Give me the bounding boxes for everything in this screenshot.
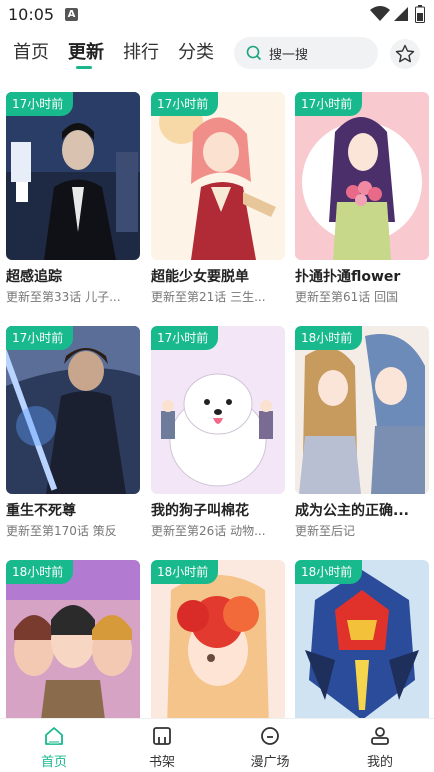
update-time-badge: 17小时前 — [295, 92, 363, 116]
comic-cover[interactable]: 18小时前 — [6, 560, 140, 718]
search-placeholder: 搜一搜 — [269, 48, 309, 63]
comic-update-info: 更新至第61话 回国 — [295, 290, 399, 304]
comic-card[interactable]: 17小时前 超能少女要脱单 更新至第21话 三生... — [151, 92, 285, 305]
comic-cover[interactable]: 18小时前 — [295, 560, 429, 718]
comic-title: 重生不死尊 — [6, 503, 76, 519]
comic-card[interactable]: 17小时前 扑通扑通flower 更新至第61话 回国 — [295, 92, 429, 305]
bottom-nav: 首页 书架 漫广场 我的 — [0, 718, 434, 771]
update-time-badge: 17小时前 — [151, 92, 219, 116]
tab-home[interactable]: 首页 — [13, 38, 49, 64]
tab-updates[interactable]: 更新 — [68, 38, 104, 64]
status-bar: 10:05 A — [0, 0, 434, 30]
bookshelf-icon — [153, 727, 171, 745]
comic-card[interactable]: 18小时前 — [6, 560, 140, 718]
bottom-nav-square[interactable]: 漫广场 — [216, 719, 324, 772]
comic-cover[interactable]: 18小时前 — [151, 560, 285, 718]
comic-update-info: 更新至后记 — [295, 524, 356, 538]
search-box[interactable]: 搜一搜 — [234, 37, 378, 69]
bottom-nav-home[interactable]: 首页 — [0, 719, 108, 772]
cover-image-dark-suit-man — [6, 92, 140, 260]
comic-title: 我的狗子叫棉花 — [151, 503, 249, 519]
update-time-badge: 17小时前 — [6, 92, 74, 116]
comic-card[interactable]: 17小时前 重生不死尊 更新至第170话 策反 — [6, 326, 140, 539]
comic-update-info: 更新至第170话 策反 — [6, 524, 117, 538]
bottom-nav-label: 书架 — [148, 755, 175, 770]
comic-update-info: 更新至第21话 三生... — [151, 290, 266, 304]
update-time-badge: 18小时前 — [295, 560, 363, 584]
comic-cover[interactable]: 17小时前 — [6, 92, 140, 260]
comic-title: 成为公主的正确... — [295, 503, 409, 519]
update-time-badge: 18小时前 — [295, 326, 363, 350]
comic-card[interactable]: 18小时前 — [295, 560, 429, 718]
comic-card[interactable]: 18小时前 成为公主的正确... 更新至后记 — [295, 326, 429, 539]
cover-image-princess-couple — [295, 326, 429, 494]
signal-icon — [394, 7, 408, 21]
update-time-badge: 18小时前 — [6, 560, 74, 584]
cover-image-flower-girl — [295, 92, 429, 260]
home-icon — [45, 727, 63, 745]
tab-ranking[interactable]: 排行 — [123, 38, 159, 64]
bottom-nav-label: 漫广场 — [250, 755, 290, 770]
bottom-nav-bookshelf[interactable]: 书架 — [108, 719, 216, 772]
comic-card[interactable]: 18小时前 — [151, 560, 285, 718]
battery-icon — [415, 5, 425, 23]
comic-cover[interactable]: 17小时前 — [151, 326, 285, 494]
update-time-badge: 17小时前 — [6, 326, 74, 350]
active-tab-indicator — [76, 66, 92, 69]
comic-cover[interactable]: 17小时前 — [151, 92, 285, 260]
bottom-nav-label: 我的 — [366, 755, 393, 770]
comic-update-info: 更新至第26话 动物... — [151, 524, 266, 538]
square-icon — [261, 727, 279, 745]
comic-cover[interactable]: 18小时前 — [295, 326, 429, 494]
wifi-icon — [370, 6, 390, 21]
comic-update-info: 更新至第33话 儿子... — [6, 290, 121, 304]
comic-title: 超感追踪 — [6, 269, 62, 285]
update-time-badge: 18小时前 — [151, 560, 219, 584]
cover-image-pink-hair-girl — [151, 92, 285, 260]
bottom-nav-profile[interactable]: 我的 — [326, 719, 434, 772]
profile-icon — [371, 727, 389, 745]
comic-cover[interactable]: 17小时前 — [295, 92, 429, 260]
cover-image-white-dog — [151, 326, 285, 494]
comic-title: 超能少女要脱单 — [151, 269, 249, 285]
search-icon — [246, 45, 262, 61]
comic-title: 扑通扑通flower — [295, 269, 401, 285]
tab-category[interactable]: 分类 — [178, 38, 214, 64]
cover-image-swordsman — [6, 326, 140, 494]
star-icon — [395, 44, 415, 63]
update-time-badge: 17小时前 — [151, 326, 219, 350]
bottom-nav-label: 首页 — [40, 755, 67, 770]
a-notification-icon: A — [65, 8, 78, 21]
comic-grid: 17小时前 超感追踪 更新至第33话 儿子... 17小时前 超能少女要脱单 更… — [0, 84, 434, 718]
status-time: 10:05 — [8, 5, 55, 24]
comic-card[interactable]: 17小时前 超感追踪 更新至第33话 儿子... — [6, 92, 140, 305]
favorite-button[interactable] — [390, 39, 420, 69]
comic-card[interactable]: 17小时前 我的狗子叫棉花 更新至第26话 动物... — [151, 326, 285, 539]
comic-cover[interactable]: 17小时前 — [6, 326, 140, 494]
